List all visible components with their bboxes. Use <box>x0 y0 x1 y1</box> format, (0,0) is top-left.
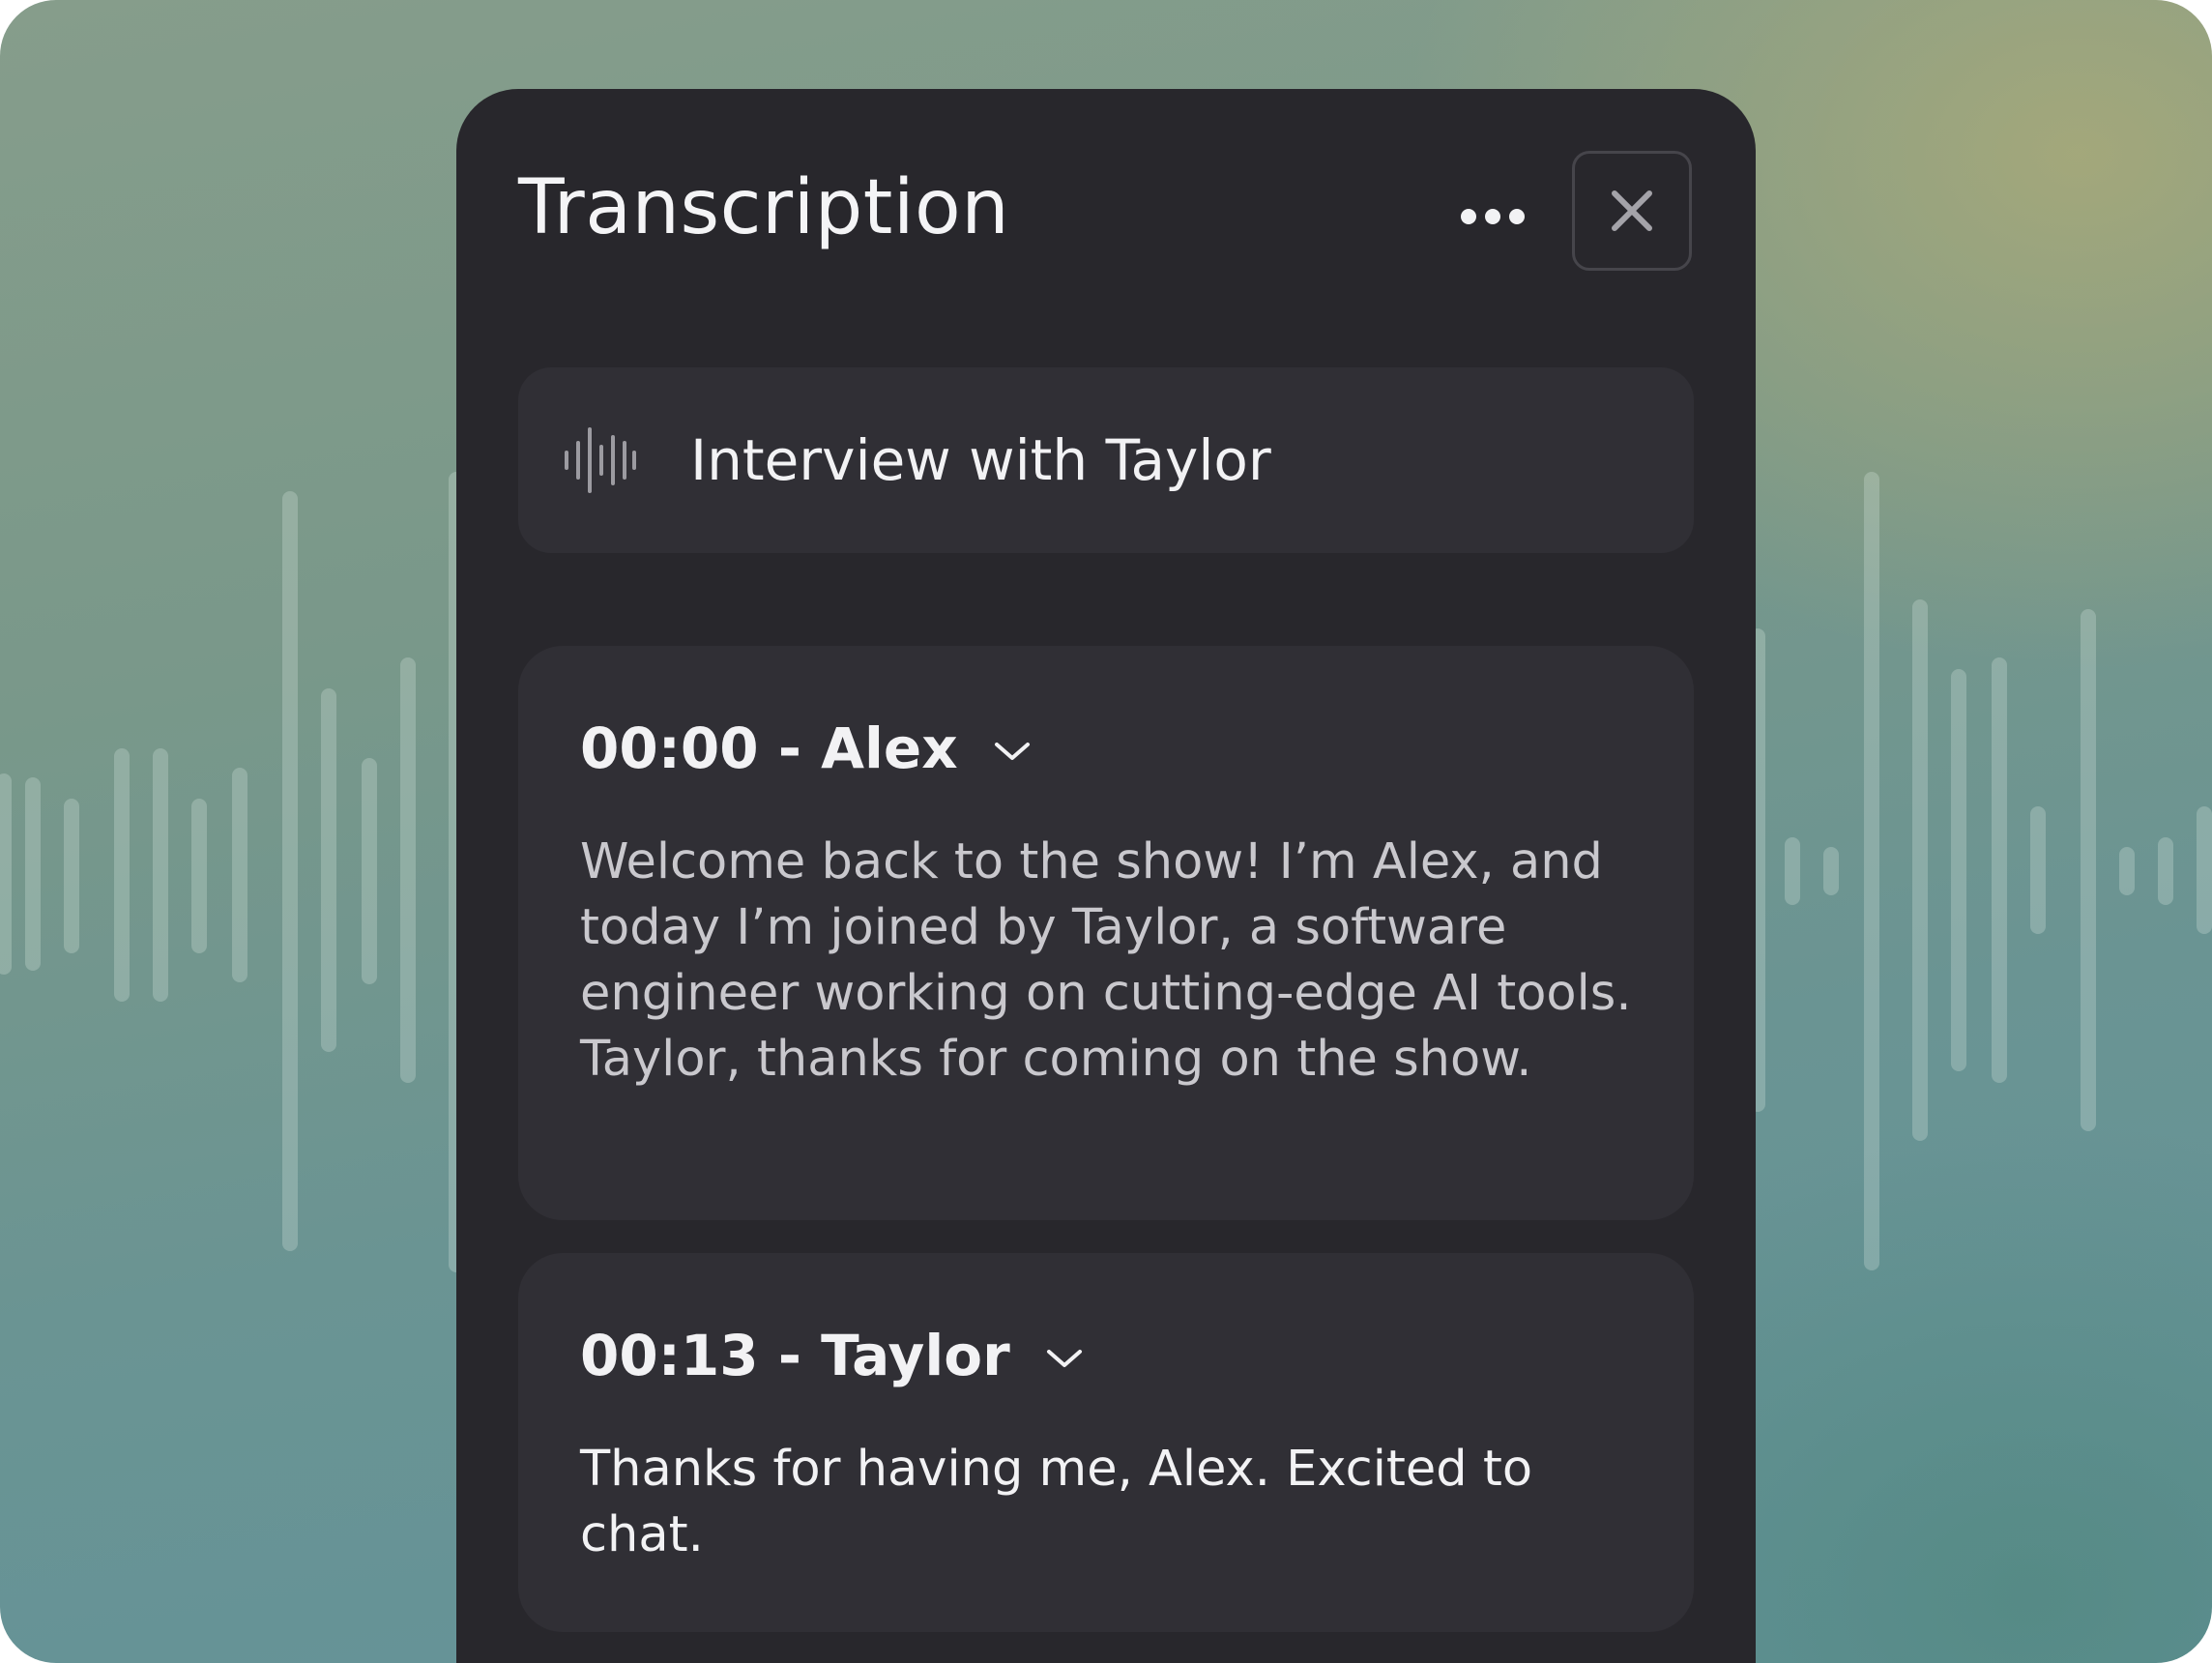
waveform-bar <box>64 799 79 953</box>
waveform-icon <box>565 427 636 493</box>
waveform-bar <box>153 748 168 1002</box>
waveform-bar <box>362 758 377 984</box>
waveform-bar <box>0 773 12 975</box>
waveform-bar <box>1864 472 1879 1270</box>
chevron-down-icon <box>994 743 1030 760</box>
close-icon <box>1612 190 1652 231</box>
segment-speaker: Taylor <box>821 1323 1010 1388</box>
segment-header-toggle[interactable]: 00:00 - Alex <box>580 715 1032 781</box>
waveform-bar <box>2030 806 2046 934</box>
waveform-bar <box>191 799 207 953</box>
segment-text: Thanks for having me, Alex. Excited to c… <box>580 1441 1533 1563</box>
more-horizontal-icon <box>1461 209 1525 224</box>
waveform-bar <box>1951 669 1966 1071</box>
waveform-bar <box>1992 657 2007 1083</box>
waveform-bar <box>2197 806 2212 934</box>
panel-title: Transcription <box>518 164 1010 251</box>
waveform-bar <box>2081 609 2096 1131</box>
waveform-bar <box>114 748 130 1002</box>
recording-title: Interview with Taylor <box>690 427 1271 493</box>
segment-separator: - <box>758 1323 822 1388</box>
segment-timestamp: 00:00 <box>580 715 759 781</box>
segment-speaker: Alex <box>821 715 958 781</box>
waveform-bar <box>282 491 298 1251</box>
segment-header-toggle[interactable]: 00:13 - Taylor <box>580 1323 1084 1388</box>
segment-timestamp: 00:13 <box>580 1323 759 1388</box>
waveform-bar <box>1912 599 1928 1141</box>
waveform-bar <box>25 777 41 971</box>
close-button[interactable] <box>1572 151 1692 271</box>
waveform-bar <box>1823 847 1839 895</box>
more-options-button[interactable] <box>1452 188 1533 246</box>
recording-file-card[interactable]: Interview with Taylor <box>518 367 1694 553</box>
segment-text: Welcome back to the show! I’m Alex, and … <box>580 833 1632 1088</box>
waveform-bar <box>2119 847 2135 895</box>
background-canvas: Transcription Interview with Taylor 00:0… <box>0 0 2212 1663</box>
transcription-panel: Transcription Interview with Taylor 00:0… <box>456 89 1756 1663</box>
chevron-down-icon <box>1046 1350 1082 1367</box>
waveform-bar <box>232 768 247 982</box>
transcript-segment: 00:00 - Alex Welcome back to the show! I… <box>518 646 1694 1220</box>
segment-separator: - <box>758 715 822 781</box>
waveform-bar <box>321 688 336 1052</box>
waveform-bar <box>400 657 416 1083</box>
waveform-bar <box>1785 837 1800 905</box>
transcript-segment: 00:13 - Taylor Thanks for having me, Ale… <box>518 1253 1694 1632</box>
waveform-bar <box>2158 837 2173 905</box>
